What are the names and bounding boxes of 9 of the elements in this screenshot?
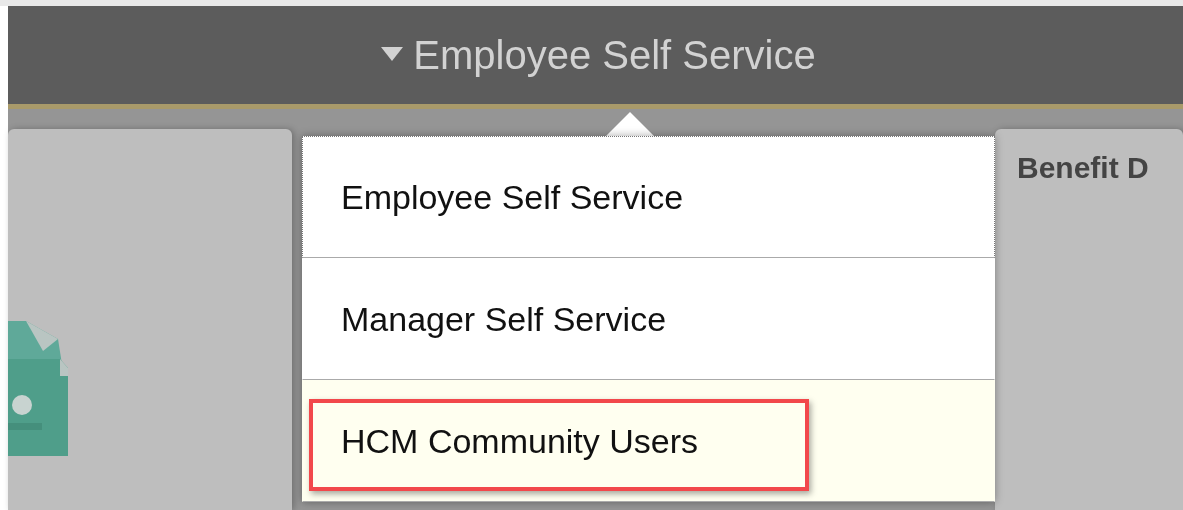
- tile[interactable]: [8, 129, 292, 510]
- menu-item[interactable]: Manager Self Service: [302, 258, 995, 380]
- caret-icon: [381, 47, 404, 63]
- menu-item[interactable]: Employee Self Service: [302, 136, 995, 258]
- tile[interactable]: Benefit D: [995, 129, 1183, 510]
- menu-item[interactable]: HCM Community Users: [302, 380, 995, 502]
- title-dropdown[interactable]: Employee Self Service: [381, 32, 816, 78]
- document-icon: [8, 321, 68, 456]
- tile-title: Benefit D: [1016, 150, 1150, 185]
